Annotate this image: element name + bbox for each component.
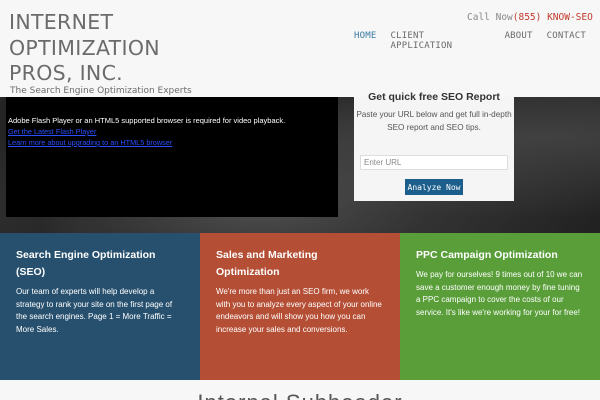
video-player[interactable]: Adobe Flash Player or an HTML5 supported…: [6, 97, 338, 217]
flash-message: Adobe Flash Player or an HTML5 supported…: [8, 116, 286, 125]
nav-item-client-application[interactable]: CLIENT APPLICATION: [390, 31, 490, 51]
logo-line-3: PROS, INC.: [9, 61, 123, 85]
page: INTERNET OPTIMIZATION PROS, INC. The Sea…: [0, 0, 600, 400]
html5-upgrade-link[interactable]: Learn more about upgrading to an HTML5 b…: [8, 137, 338, 148]
logo-line-1: INTERNET: [9, 10, 114, 34]
analyze-now-button[interactable]: Analyze Now: [405, 179, 463, 195]
site-tagline: The Search Engine Optimization Experts: [10, 86, 192, 96]
bottom-section: Internal Subheader: [0, 380, 600, 400]
call-now: Call Now(855) KNOW-SEO: [467, 12, 593, 23]
main-nav: HOME CLIENT APPLICATION ABOUT CONTACT: [354, 31, 600, 51]
form-title: Get quick free SEO Report: [368, 91, 500, 103]
feature-title: Sales and Marketing Optimization: [216, 249, 318, 278]
internal-subheader: Internal Subheader: [0, 390, 600, 400]
nav-item-about[interactable]: ABOUT: [505, 31, 533, 51]
features-row: Search Engine Optimization (SEO) Our tea…: [0, 233, 600, 380]
site-logo[interactable]: INTERNET OPTIMIZATION PROS, INC.: [9, 10, 229, 87]
feature-text: We're more than just an SEO firm, we wor…: [216, 287, 382, 334]
feature-sales-marketing: Sales and Marketing Optimization We're m…: [200, 233, 400, 380]
feature-title: Search Engine Optimization (SEO): [16, 249, 156, 278]
seo-report-form: Get quick free SEO Report Paste your URL…: [354, 91, 514, 201]
logo-line-2: OPTIMIZATION: [9, 35, 160, 60]
feature-title: PPC Campaign Optimization: [416, 249, 558, 261]
flash-player-link[interactable]: Get the Latest Flash Player: [8, 126, 338, 137]
feature-ppc: PPC Campaign Optimization We pay for our…: [400, 233, 600, 380]
feature-seo: Search Engine Optimization (SEO) Our tea…: [0, 233, 200, 380]
hero-section: Adobe Flash Player or an HTML5 supported…: [0, 91, 600, 233]
feature-text: Our team of experts will help develop a …: [16, 287, 173, 334]
site-header: INTERNET OPTIMIZATION PROS, INC. The Sea…: [0, 0, 600, 97]
nav-item-contact[interactable]: CONTACT: [547, 31, 586, 51]
feature-text: We pay for ourselves! 9 times out of 10 …: [416, 270, 583, 317]
call-label: Call Now: [467, 12, 513, 23]
nav-item-home[interactable]: HOME: [354, 31, 376, 51]
form-description: Paste your URL below and get full in-dep…: [356, 110, 512, 132]
url-input[interactable]: [360, 155, 508, 170]
phone-number[interactable]: (855) KNOW-SEO: [513, 12, 593, 23]
